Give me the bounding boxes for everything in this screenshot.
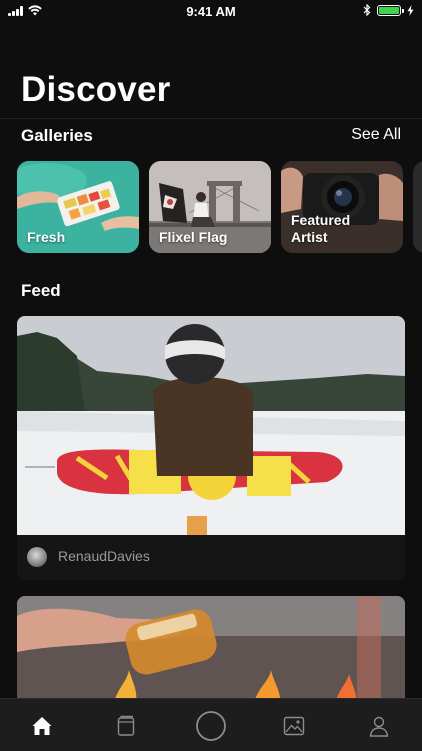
feed-post-author-row[interactable]: RenaudDavies <box>17 535 405 580</box>
gallery-card-label: Flixel Flag <box>159 229 228 245</box>
galleries-heading: Galleries <box>21 126 93 145</box>
battery-icon <box>377 4 404 16</box>
avatar[interactable] <box>27 547 47 567</box>
battery-fill <box>379 6 399 14</box>
see-all-link[interactable]: See All <box>351 126 401 144</box>
feed-post-photo[interactable] <box>17 596 405 706</box>
status-time: 9:41 AM <box>186 4 236 19</box>
gallery-card-featured-artist[interactable]: Featured Artist <box>281 161 403 253</box>
tab-home[interactable] <box>25 709 59 743</box>
gallery-card-label: Featured Artist <box>291 212 351 245</box>
status-bar: 9:41 AM <box>0 0 422 24</box>
charging-icon <box>407 4 414 16</box>
book-icon <box>117 715 135 736</box>
gallery-card-label: Fresh <box>27 229 66 245</box>
feed-post[interactable]: RenaudDavies <box>17 316 405 580</box>
feed-post-photo[interactable] <box>17 316 405 535</box>
home-icon <box>32 717 52 735</box>
image-icon <box>283 716 305 736</box>
feed-heading: Feed <box>21 281 61 300</box>
snowboarder-photo <box>17 316 405 535</box>
tab-profile[interactable] <box>362 709 396 743</box>
galleries-carousel[interactable]: Fresh Flixel Flag Featured Artist <box>17 161 422 253</box>
status-right <box>363 4 414 16</box>
gallery-card-partial[interactable] <box>413 161 422 253</box>
circle-icon <box>196 711 226 741</box>
tab-photos[interactable] <box>277 709 311 743</box>
tab-galleries[interactable] <box>109 709 143 743</box>
tab-bar <box>0 698 422 751</box>
bluetooth-icon <box>363 4 371 16</box>
page-title: Discover <box>21 70 171 109</box>
title-divider <box>0 118 422 119</box>
gallery-card-fresh[interactable]: Fresh <box>17 161 139 253</box>
feed-post[interactable] <box>17 596 405 706</box>
fire-and-bottle-photo <box>17 596 405 706</box>
tab-capture[interactable] <box>194 709 228 743</box>
gallery-card-flixel-flag[interactable]: Flixel Flag <box>149 161 271 253</box>
feed-post-author-name[interactable]: RenaudDavies <box>58 548 150 564</box>
profile-icon <box>369 716 389 737</box>
